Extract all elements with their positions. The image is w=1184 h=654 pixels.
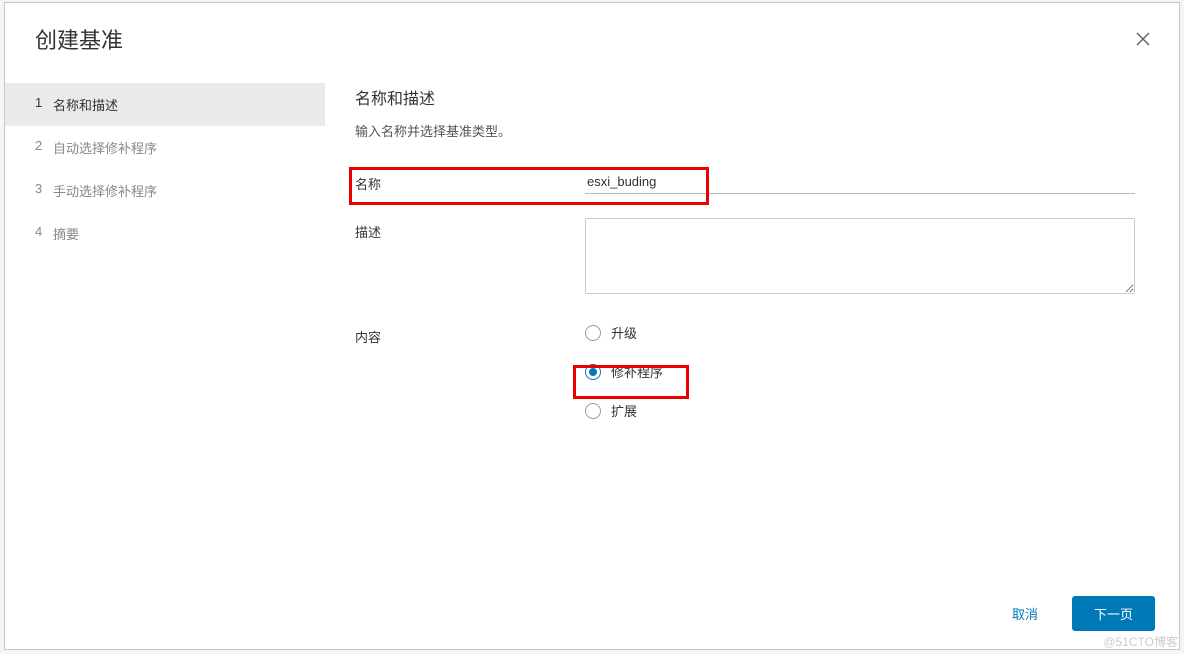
name-label: 名称 [355, 170, 585, 193]
modal-header: 创建基准 [5, 3, 1179, 71]
wizard-step-name-desc[interactable]: 1 名称和描述 [5, 83, 325, 126]
radio-label: 扩展 [611, 401, 637, 420]
modal-body: 1 名称和描述 2 自动选择修补程序 3 手动选择修补程序 4 摘要 名称和描述… [5, 71, 1179, 584]
radio-label: 升级 [611, 323, 637, 342]
form-row-name: 名称 [355, 170, 1149, 194]
radio-extension[interactable]: 扩展 [585, 401, 1149, 420]
step-label: 手动选择修补程序 [53, 184, 157, 199]
step-number: 2 [35, 138, 42, 153]
step-number: 4 [35, 224, 42, 239]
create-baseline-modal: 创建基准 1 名称和描述 2 自动选择修补程序 3 手动选择修补程序 4 摘要 [4, 2, 1180, 650]
desc-textarea[interactable] [585, 218, 1135, 294]
desc-label: 描述 [355, 218, 585, 241]
wizard-step-auto-patch[interactable]: 2 自动选择修补程序 [5, 126, 325, 169]
content-label: 内容 [355, 323, 585, 346]
next-button[interactable]: 下一页 [1072, 596, 1155, 631]
watermark: @51CTO博客 [1103, 633, 1178, 650]
step-label: 自动选择修补程序 [53, 141, 157, 156]
modal-title: 创建基准 [35, 23, 123, 55]
step-number: 3 [35, 181, 42, 196]
section-title: 名称和描述 [355, 85, 1149, 109]
radio-patch[interactable]: 修补程序 [585, 362, 1149, 381]
radio-upgrade[interactable]: 升级 [585, 323, 1149, 342]
radio-label: 修补程序 [611, 362, 663, 381]
radio-icon [585, 364, 601, 380]
modal-footer: 取消 下一页 [5, 584, 1179, 649]
wizard-content: 名称和描述 输入名称并选择基准类型。 名称 描述 内容 [325, 71, 1179, 584]
step-label: 摘要 [53, 227, 79, 242]
step-label: 名称和描述 [53, 98, 118, 113]
cancel-button[interactable]: 取消 [1002, 596, 1048, 631]
form-row-content: 内容 升级 修补程序 扩展 [355, 323, 1149, 420]
content-radio-group: 升级 修补程序 扩展 [585, 323, 1149, 420]
wizard-step-summary[interactable]: 4 摘要 [5, 212, 325, 255]
radio-icon [585, 403, 601, 419]
step-number: 1 [35, 95, 42, 110]
name-input[interactable] [585, 170, 1135, 194]
section-desc: 输入名称并选择基准类型。 [355, 121, 1149, 140]
form-row-desc: 描述 [355, 218, 1149, 299]
radio-icon [585, 325, 601, 341]
wizard-step-manual-patch[interactable]: 3 手动选择修补程序 [5, 169, 325, 212]
close-icon[interactable] [1131, 27, 1155, 51]
wizard-steps: 1 名称和描述 2 自动选择修补程序 3 手动选择修补程序 4 摘要 [5, 71, 325, 584]
